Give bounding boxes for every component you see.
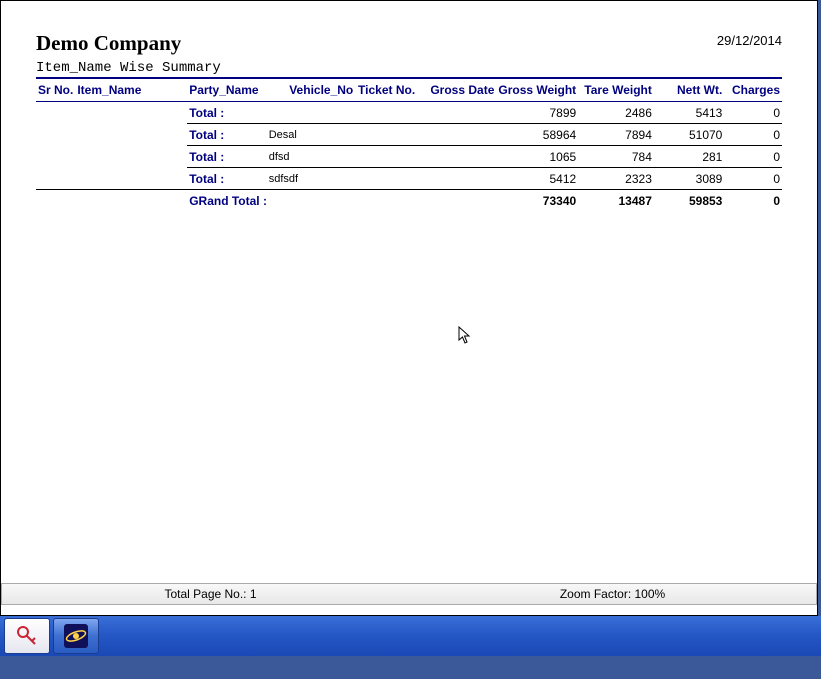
charges-cell: 0	[724, 168, 782, 190]
col-srno: Sr No.	[36, 79, 75, 102]
total-label: Total :	[187, 102, 267, 124]
nett-wt-cell: 3089	[654, 168, 724, 190]
table-row: Total : Desal 58964 7894 51070 0	[36, 124, 782, 146]
grand-gross-weight: 73340	[496, 190, 578, 212]
vehicle-cell: sdfsdf	[267, 168, 356, 190]
vehicle-cell: dfsd	[267, 146, 356, 168]
taskbar-app-button[interactable]	[4, 618, 50, 654]
tare-weight-cell: 784	[578, 146, 654, 168]
col-gross-weight: Gross Weight	[496, 79, 578, 102]
table-row: Total : 7899 2486 5413 0	[36, 102, 782, 124]
status-page: Total Page No.: 1	[2, 587, 409, 601]
table-header-row: Sr No. Item_Name Party_Name Vehicle_No T…	[36, 79, 782, 102]
report-window: Demo Company 29/12/2014 Item_Name Wise S…	[0, 0, 818, 616]
col-ticket: Ticket No.	[355, 79, 417, 102]
taskbar	[0, 616, 821, 656]
gross-weight-cell: 58964	[496, 124, 578, 146]
taskbar-app-button[interactable]	[53, 618, 99, 654]
key-icon	[15, 624, 39, 648]
company-name: Demo Company	[36, 31, 181, 56]
charges-cell: 0	[724, 124, 782, 146]
total-label: Total :	[187, 168, 267, 190]
nett-wt-cell: 281	[654, 146, 724, 168]
charges-cell: 0	[724, 146, 782, 168]
report-subtitle: Item_Name Wise Summary	[36, 60, 782, 79]
col-item: Item_Name	[75, 79, 187, 102]
total-label: Total :	[187, 146, 267, 168]
table-row: Total : sdfsdf 5412 2323 3089 0	[36, 168, 782, 190]
col-nett-wt: Nett Wt.	[654, 79, 724, 102]
nett-wt-cell: 51070	[654, 124, 724, 146]
table-row: Total : dfsd 1065 784 281 0	[36, 146, 782, 168]
vehicle-cell: Desal	[267, 124, 356, 146]
charges-cell: 0	[724, 102, 782, 124]
tare-weight-cell: 7894	[578, 124, 654, 146]
col-party: Party_Name	[187, 79, 267, 102]
vehicle-cell	[267, 102, 356, 124]
gross-weight-cell: 7899	[496, 102, 578, 124]
gross-weight-cell: 1065	[496, 146, 578, 168]
report-table: Sr No. Item_Name Party_Name Vehicle_No T…	[36, 79, 782, 212]
col-tare-weight: Tare Weight	[578, 79, 654, 102]
nett-wt-cell: 5413	[654, 102, 724, 124]
status-zoom: Zoom Factor: 100%	[409, 587, 816, 601]
grand-tare-weight: 13487	[578, 190, 654, 212]
report-date: 29/12/2014	[717, 31, 782, 48]
orbit-icon	[63, 623, 89, 649]
gross-weight-cell: 5412	[496, 168, 578, 190]
col-vehicle: Vehicle_No	[267, 79, 356, 102]
grand-total-label: GRand Total :	[187, 190, 355, 212]
report-page: Demo Company 29/12/2014 Item_Name Wise S…	[1, 1, 817, 583]
tare-weight-cell: 2323	[578, 168, 654, 190]
total-label: Total :	[187, 124, 267, 146]
grand-nett-wt: 59853	[654, 190, 724, 212]
status-bar: Total Page No.: 1 Zoom Factor: 100%	[1, 583, 817, 605]
col-gdate: Gross Date	[417, 79, 496, 102]
grand-charges: 0	[724, 190, 782, 212]
grand-total-row: GRand Total : 73340 13487 59853 0	[36, 190, 782, 212]
col-charges: Charges	[724, 79, 782, 102]
tare-weight-cell: 2486	[578, 102, 654, 124]
